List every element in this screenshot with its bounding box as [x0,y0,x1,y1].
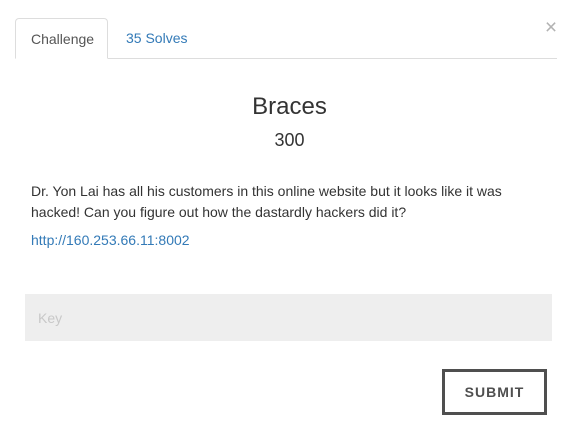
submit-button[interactable]: SUBMIT [442,369,547,415]
challenge-tabs: Challenge 35 Solves [15,18,557,59]
key-input[interactable] [25,294,552,341]
tab-challenge[interactable]: Challenge [15,18,108,59]
challenge-link[interactable]: http://160.253.66.11:8002 [31,232,190,248]
challenge-modal: × Challenge 35 Solves Braces 300 Dr. Yon… [0,0,579,448]
challenge-description: Dr. Yon Lai has all his customers in thi… [31,183,502,220]
challenge-points: 300 [274,130,305,150]
challenge-title: Braces [252,93,327,120]
tab-solves[interactable]: 35 Solves [111,18,202,58]
